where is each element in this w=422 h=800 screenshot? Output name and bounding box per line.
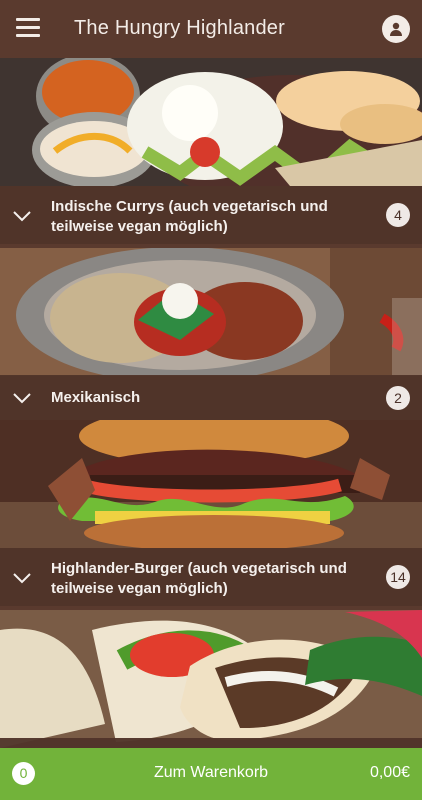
category-wraps[interactable] bbox=[0, 610, 422, 748]
mexican-food-image bbox=[0, 248, 422, 376]
wrap-food-image bbox=[0, 610, 422, 748]
category-indian-curries[interactable]: Indische Currys (auch vegetarisch und te… bbox=[0, 58, 422, 248]
category-mexican[interactable]: Mexikanisch 2 bbox=[0, 248, 422, 420]
curry-food-image bbox=[0, 58, 422, 186]
category-label: Highlander-Burger (auch vegetarisch und … bbox=[51, 560, 347, 597]
go-to-cart-label[interactable]: Zum Warenkorb bbox=[0, 764, 422, 782]
category-bar[interactable]: Indische Currys (auch vegetarisch und te… bbox=[0, 186, 422, 244]
hamburger-menu-icon[interactable] bbox=[16, 18, 40, 40]
category-label: Mexikanisch bbox=[51, 389, 141, 406]
burger-food-image bbox=[0, 420, 422, 548]
category-bar[interactable]: Highlander-Burger (auch vegetarisch und … bbox=[0, 548, 422, 606]
category-count-badge: 4 bbox=[386, 203, 410, 227]
chevron-down-icon[interactable] bbox=[12, 571, 32, 585]
chevron-down-icon[interactable] bbox=[12, 391, 32, 405]
chevron-down-icon[interactable] bbox=[12, 209, 32, 223]
category-count-badge: 2 bbox=[386, 386, 410, 410]
category-burger[interactable]: Highlander-Burger (auch vegetarisch und … bbox=[0, 420, 422, 610]
category-bar[interactable] bbox=[0, 738, 422, 748]
user-profile-icon[interactable] bbox=[382, 15, 410, 43]
app-header: The Hungry Highlander bbox=[0, 0, 422, 58]
cart-bar[interactable]: 0 Zum Warenkorb 0,00€ bbox=[0, 748, 422, 800]
category-bar[interactable]: Mexikanisch 2 bbox=[0, 375, 422, 420]
cart-total: 0,00€ bbox=[369, 764, 410, 781]
category-label: Indische Currys (auch vegetarisch und te… bbox=[51, 198, 328, 235]
category-count-badge: 14 bbox=[386, 565, 410, 589]
app-title: The Hungry Highlander bbox=[74, 17, 285, 39]
